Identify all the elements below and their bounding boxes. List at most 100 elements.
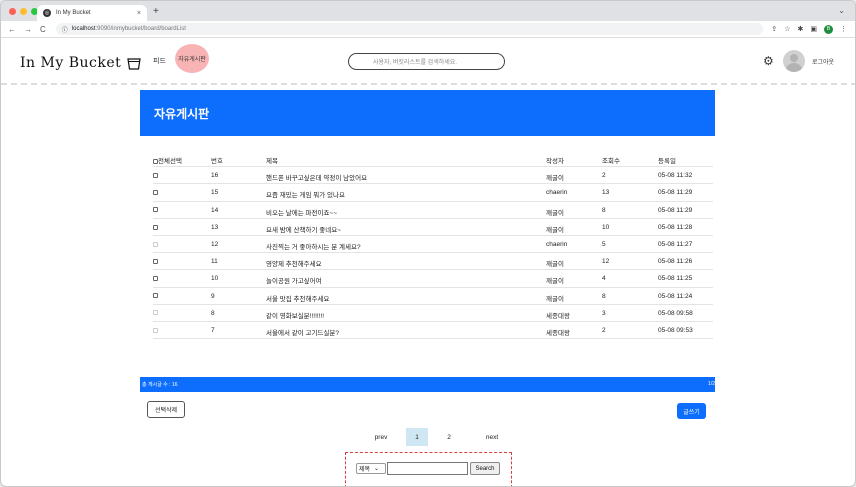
checkbox-icon[interactable] bbox=[153, 327, 158, 333]
forward-button[interactable]: → bbox=[24, 25, 32, 34]
row-checkbox[interactable] bbox=[153, 207, 158, 214]
post-number: 11 bbox=[211, 258, 218, 266]
post-writer: 깨굴이 bbox=[546, 278, 564, 286]
row-checkbox[interactable] bbox=[153, 224, 158, 231]
post-title-link[interactable]: 서울에서 같이 고기드실분? bbox=[266, 327, 339, 337]
post-date: 05-08 09:53 bbox=[658, 326, 693, 334]
post-title-link[interactable]: 핸드폰 바꾸고싶은데 약정이 남았어요 bbox=[266, 172, 367, 182]
page-title: 자유게시판 bbox=[154, 107, 210, 121]
minimize-window-button[interactable] bbox=[20, 8, 27, 15]
post-title-link[interactable]: 서울 맛집 추천해주세요 bbox=[266, 293, 329, 303]
checkbox-icon[interactable] bbox=[153, 172, 158, 178]
checkbox-icon[interactable] bbox=[153, 310, 158, 316]
pagination-prev[interactable]: prev bbox=[361, 428, 401, 446]
row-checkbox[interactable] bbox=[153, 258, 158, 265]
table-row[interactable]: 14 비오는 날에는 파전이죠~~ 깨굴이 8 05-08 11:29 bbox=[153, 202, 713, 219]
column-header-writer: 작성자 bbox=[546, 158, 564, 165]
post-title-link[interactable]: 요새 밤에 산책하기 좋네요~ bbox=[266, 224, 341, 234]
post-date: 05-08 11:29 bbox=[658, 206, 693, 214]
browser-toolbar: ← → C ⓘ localhost:9090/inmybucket/board/… bbox=[1, 21, 855, 38]
row-checkbox[interactable] bbox=[153, 327, 158, 334]
board-table: 전체선택 번호 제목 작성자 조회수 등록일 16 핸드폰 바꾸고싶은데 약정이 … bbox=[153, 150, 713, 340]
profile-avatar-icon[interactable]: B bbox=[824, 24, 833, 34]
pagination-page-1[interactable]: 1 bbox=[406, 428, 428, 446]
table-row[interactable]: 10 놀이공원 가고싶어여 깨굴이 4 05-08 11:25 bbox=[153, 270, 713, 288]
row-checkbox[interactable] bbox=[153, 172, 158, 179]
pagination-page-2[interactable]: 2 bbox=[438, 428, 460, 446]
close-window-button[interactable] bbox=[9, 8, 16, 15]
table-row[interactable]: 7 서울에서 같이 고기드실분? 세종대왕 2 05-08 09:53 bbox=[153, 322, 713, 340]
logout-link[interactable]: 로그아웃 bbox=[812, 57, 834, 66]
post-writer: 세종대왕 bbox=[546, 312, 570, 320]
table-row[interactable]: 12 사진찍는 거 좋아하시는 분 계세요? chaerin 5 05-08 11:27 bbox=[153, 236, 713, 254]
checkbox-icon[interactable] bbox=[153, 276, 158, 282]
table-row[interactable]: 13 요새 밤에 산책하기 좋네요~ 깨굴이 10 05-08 11:28 bbox=[153, 219, 713, 236]
browser-tab[interactable]: ◎ In My Bucket × bbox=[37, 5, 147, 21]
checkbox-icon[interactable] bbox=[153, 258, 158, 264]
post-date: 05-08 11:26 bbox=[658, 258, 693, 266]
post-views: 2 bbox=[602, 172, 606, 180]
post-views: 13 bbox=[602, 189, 610, 197]
nav-feed[interactable]: 피드 bbox=[153, 56, 166, 66]
more-menu-icon[interactable]: ⋮ bbox=[840, 25, 847, 33]
checkbox-icon[interactable] bbox=[153, 293, 158, 299]
post-writer: 깨굴이 bbox=[546, 295, 564, 303]
write-post-button[interactable]: 글쓰기 bbox=[677, 403, 706, 419]
post-title-link[interactable]: 놀이공원 가고싶어여 bbox=[266, 275, 322, 285]
gear-icon[interactable]: ⚙ bbox=[763, 54, 774, 68]
row-checkbox[interactable] bbox=[153, 241, 158, 248]
row-checkbox[interactable] bbox=[153, 310, 158, 317]
post-title-link[interactable]: 영양제 추천해주세요 bbox=[266, 258, 322, 268]
table-row[interactable]: 11 영양제 추천해주세요 깨굴이 12 05-08 11:26 bbox=[153, 253, 713, 271]
search-field-value: 제목 bbox=[359, 467, 371, 473]
search-button[interactable]: Search bbox=[470, 462, 500, 475]
tab-close-icon[interactable]: × bbox=[137, 10, 141, 17]
site-search-input[interactable]: 사용자, 버킷리스트를 검색하세요. bbox=[348, 53, 505, 70]
delete-selected-button[interactable]: 선택삭제 bbox=[147, 401, 185, 418]
back-button[interactable]: ← bbox=[8, 25, 16, 34]
post-title-link[interactable]: 같이 영화보실분!!!!!!!! bbox=[266, 310, 324, 320]
new-tab-button[interactable]: + bbox=[153, 6, 159, 17]
search-field-select[interactable]: 제목 ⌄ bbox=[356, 463, 386, 474]
star-icon[interactable]: ☆ bbox=[784, 25, 790, 33]
post-number: 16 bbox=[211, 172, 219, 180]
row-checkbox[interactable] bbox=[153, 275, 158, 282]
checkbox-icon[interactable] bbox=[153, 207, 158, 213]
post-date: 05-08 11:28 bbox=[658, 223, 693, 231]
checkbox-icon[interactable] bbox=[153, 224, 158, 230]
total-posts-count: 총 게시글 수 : 16 bbox=[142, 382, 178, 388]
checkbox-icon[interactable] bbox=[153, 190, 158, 196]
row-checkbox[interactable] bbox=[153, 293, 158, 300]
post-title-link[interactable]: 사진찍는 거 좋아하시는 분 계세요? bbox=[266, 241, 361, 251]
column-header-no: 번호 bbox=[211, 158, 223, 165]
page-indicator: 1/2 bbox=[708, 381, 715, 387]
post-title-link[interactable]: 요즘 재밌는 게임 뭐가 있나요 bbox=[266, 189, 345, 199]
address-bar[interactable]: ⓘ localhost:9090/inmybucket/board/boardL… bbox=[55, 23, 764, 35]
sidebar-icon[interactable]: ▣ bbox=[810, 25, 817, 33]
row-checkbox[interactable] bbox=[153, 189, 158, 196]
site-logo[interactable]: In My Bucket bbox=[20, 55, 141, 71]
globe-icon: ◎ bbox=[43, 9, 51, 17]
nav-board[interactable]: 자유게시판 bbox=[175, 44, 209, 73]
avatar[interactable] bbox=[783, 50, 805, 72]
post-writer: 세종대왕 bbox=[546, 329, 570, 337]
checkbox-icon[interactable] bbox=[153, 241, 158, 247]
post-number: 10 bbox=[211, 275, 219, 283]
select-all-checkbox[interactable]: 전체선택 bbox=[153, 155, 182, 165]
table-row[interactable]: 15 요즘 재밌는 게임 뭐가 있나요 chaerin 13 05-08 11:29 bbox=[153, 184, 713, 202]
browser-extensions: ⇪ ☆ ✱ ▣ B ⋮ bbox=[771, 24, 847, 34]
search-keyword-input[interactable] bbox=[387, 462, 468, 475]
tab-search-chevron-icon[interactable]: ⌄ bbox=[838, 6, 845, 15]
post-title-link[interactable]: 비오는 날에는 파전이죠~~ bbox=[266, 207, 337, 217]
table-row[interactable]: 8 같이 영화보실분!!!!!!!! 세종대왕 3 05-08 09:58 bbox=[153, 305, 713, 322]
table-row[interactable]: 9 서울 맛집 추천해주세요 깨굴이 8 05-08 11:24 bbox=[153, 288, 713, 305]
share-icon[interactable]: ⇪ bbox=[771, 25, 777, 33]
pagination-next[interactable]: next bbox=[472, 428, 512, 446]
post-number: 15 bbox=[211, 189, 219, 197]
post-views: 10 bbox=[602, 223, 610, 231]
site-info-icon[interactable]: ⓘ bbox=[62, 25, 68, 34]
reload-button[interactable]: C bbox=[40, 25, 46, 34]
table-row[interactable]: 16 핸드폰 바꾸고싶은데 약정이 남았어요 깨굴이 2 05-08 11:32 bbox=[153, 167, 713, 185]
extensions-icon[interactable]: ✱ bbox=[798, 25, 804, 33]
chevron-down-icon: ⌄ bbox=[374, 466, 380, 472]
